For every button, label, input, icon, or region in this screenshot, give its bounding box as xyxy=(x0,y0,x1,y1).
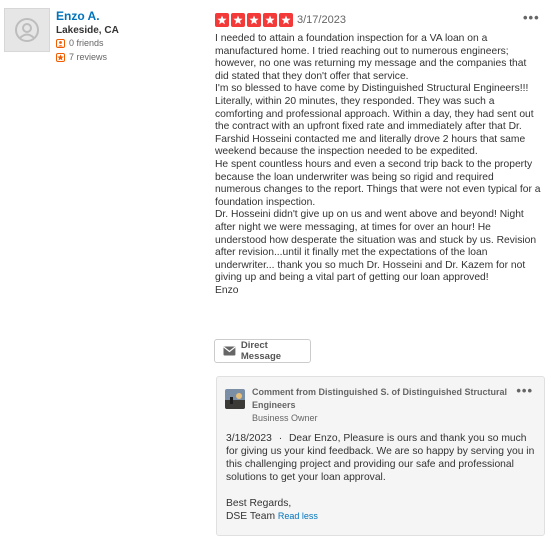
star-icon xyxy=(215,13,229,27)
owner-comment-text: Dear Enzo, Pleasure is ours and thank yo… xyxy=(226,433,535,483)
reviews-stat: 7 reviews xyxy=(56,52,107,62)
direct-message-label: Direct Message xyxy=(240,340,282,362)
star-icon xyxy=(263,13,277,27)
default-user-avatar-icon xyxy=(15,18,39,42)
owner-comment-signature: DSE Team xyxy=(226,511,276,522)
business-avatar[interactable] xyxy=(225,389,245,409)
star-icon xyxy=(231,13,245,27)
friends-count: 0 friends xyxy=(69,38,104,48)
friends-icon xyxy=(56,38,65,48)
owner-comment: Comment from Distinguished S. of Disting… xyxy=(216,376,545,536)
read-less-link[interactable]: Read less xyxy=(278,511,318,521)
owner-more-options-icon[interactable]: ••• xyxy=(516,384,533,397)
date-separator: · xyxy=(278,433,283,444)
user-name-link[interactable]: Enzo A. xyxy=(56,9,100,23)
envelope-icon xyxy=(223,346,236,356)
owner-role: Business Owner xyxy=(252,413,318,423)
user-avatar[interactable] xyxy=(4,8,50,52)
owner-comment-body: 3/18/2023 · Dear Enzo, Pleasure is ours … xyxy=(226,432,536,523)
review-date: 3/17/2023 xyxy=(297,14,346,26)
review-star-icon xyxy=(56,52,65,62)
direct-message-button[interactable]: Direct Message xyxy=(214,339,311,363)
owner-comment-date: 3/18/2023 xyxy=(226,433,272,444)
star-icon xyxy=(247,13,261,27)
more-options-icon[interactable]: ••• xyxy=(523,11,540,24)
owner-comment-heading: Comment from Distinguished S. of Disting… xyxy=(252,387,508,410)
reviews-count: 7 reviews xyxy=(69,52,108,62)
owner-comment-closing: Best Regards, xyxy=(226,498,292,509)
star-rating xyxy=(215,13,293,27)
star-icon xyxy=(279,13,293,27)
user-location: Lakeside, CA xyxy=(56,25,119,36)
review-text: I needed to attain a foundation inspecti… xyxy=(215,33,541,296)
friends-stat: 0 friends xyxy=(56,38,104,48)
